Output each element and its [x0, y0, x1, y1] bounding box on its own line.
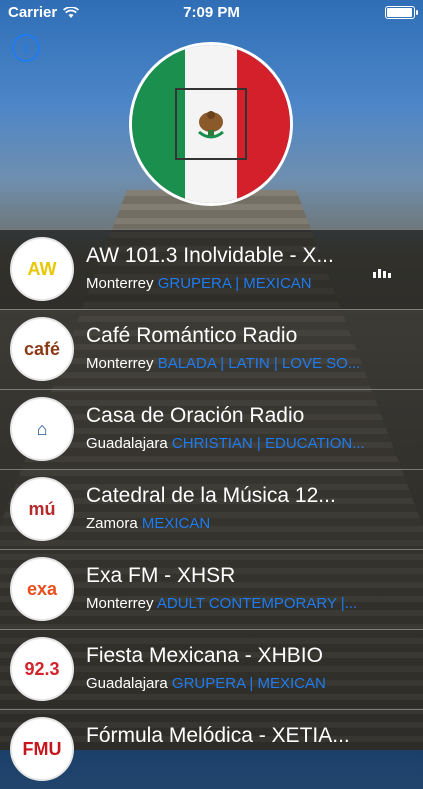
- info-icon[interactable]: i: [12, 34, 40, 62]
- eagle-emblem-icon: [175, 88, 247, 160]
- battery-icon: [385, 6, 418, 19]
- station-name: Fórmula Melódica - XETIA...: [86, 724, 350, 747]
- station-name: Catedral de la Música 12...: [86, 484, 336, 507]
- station-logo-text: FMU: [22, 738, 62, 759]
- station-logo: café: [10, 317, 74, 381]
- station-logo: FMU: [10, 717, 74, 781]
- station-city: Monterrey: [86, 275, 154, 292]
- station-subtitle: Monterrey ADULT CONTEMPORARY |...: [86, 595, 391, 612]
- now-playing-icon: [373, 268, 391, 278]
- station-row[interactable]: exa Exa FM - XHSR Monterrey ADULT CONTEM…: [0, 549, 423, 629]
- station-genres: GRUPERA | MEXICAN: [157, 275, 312, 292]
- station-subtitle: Monterrey BALADA | LATIN | LOVE SO...: [86, 355, 391, 372]
- station-city: Guadalajara: [86, 675, 168, 692]
- station-logo-text: AW: [27, 258, 57, 279]
- station-row[interactable]: 92.3 Fiesta Mexicana - XHBIO Guadalajara…: [0, 629, 423, 709]
- station-name: AW 101.3 Inolvidable - X...: [86, 244, 334, 267]
- station-subtitle: Guadalajara GRUPERA | MEXICAN: [86, 675, 391, 692]
- station-logo-text: 92.3: [24, 658, 60, 679]
- station-genres: CHRISTIAN | EDUCATION...: [171, 435, 365, 452]
- station-subtitle: Monterrey GRUPERA | MEXICAN: [86, 275, 391, 292]
- station-name: Casa de Oración Radio: [86, 404, 305, 427]
- station-logo: AW: [10, 237, 74, 301]
- station-name: Café Romántico Radio: [86, 324, 298, 347]
- station-city: Zamora: [86, 515, 138, 532]
- station-list[interactable]: AW AW 101.3 Inolvidable - X... Monterrey…: [0, 229, 423, 789]
- station-name: Fiesta Mexicana - XHBIO: [86, 644, 323, 667]
- station-logo-text: café: [23, 338, 61, 359]
- status-bar: Carrier 7:09 PM: [0, 0, 423, 26]
- status-time: 7:09 PM: [183, 4, 240, 21]
- station-row[interactable]: mú Catedral de la Música 12... Zamora ME…: [0, 469, 423, 549]
- station-city: Guadalajara: [86, 435, 168, 452]
- station-subtitle: Zamora MEXICAN: [86, 515, 391, 532]
- station-logo: exa: [10, 557, 74, 621]
- station-logo: 92.3: [10, 637, 74, 701]
- station-row[interactable]: FMU Fórmula Melódica - XETIA...: [0, 709, 423, 789]
- station-city: Monterrey: [86, 595, 154, 612]
- station-logo: ⌂: [10, 397, 74, 461]
- station-genres: ADULT CONTEMPORARY |...: [156, 595, 358, 612]
- station-logo-text: ⌂: [36, 418, 48, 439]
- station-genres: MEXICAN: [141, 515, 211, 532]
- country-flag: [129, 42, 293, 206]
- station-subtitle: Guadalajara CHRISTIAN | EDUCATION...: [86, 435, 391, 452]
- station-row[interactable]: café Café Romántico Radio Monterrey BALA…: [0, 309, 423, 389]
- station-row[interactable]: ⌂ Casa de Oración Radio Guadalajara CHRI…: [0, 389, 423, 469]
- station-logo-text: exa: [26, 578, 58, 599]
- station-city: Monterrey: [86, 355, 154, 372]
- station-genres: GRUPERA | MEXICAN: [171, 675, 326, 692]
- station-logo-text: mú: [28, 498, 56, 519]
- station-logo: mú: [10, 477, 74, 541]
- station-genres: BALADA | LATIN | LOVE SO...: [157, 355, 361, 372]
- station-name: Exa FM - XHSR: [86, 564, 236, 587]
- station-row[interactable]: AW AW 101.3 Inolvidable - X... Monterrey…: [0, 229, 423, 309]
